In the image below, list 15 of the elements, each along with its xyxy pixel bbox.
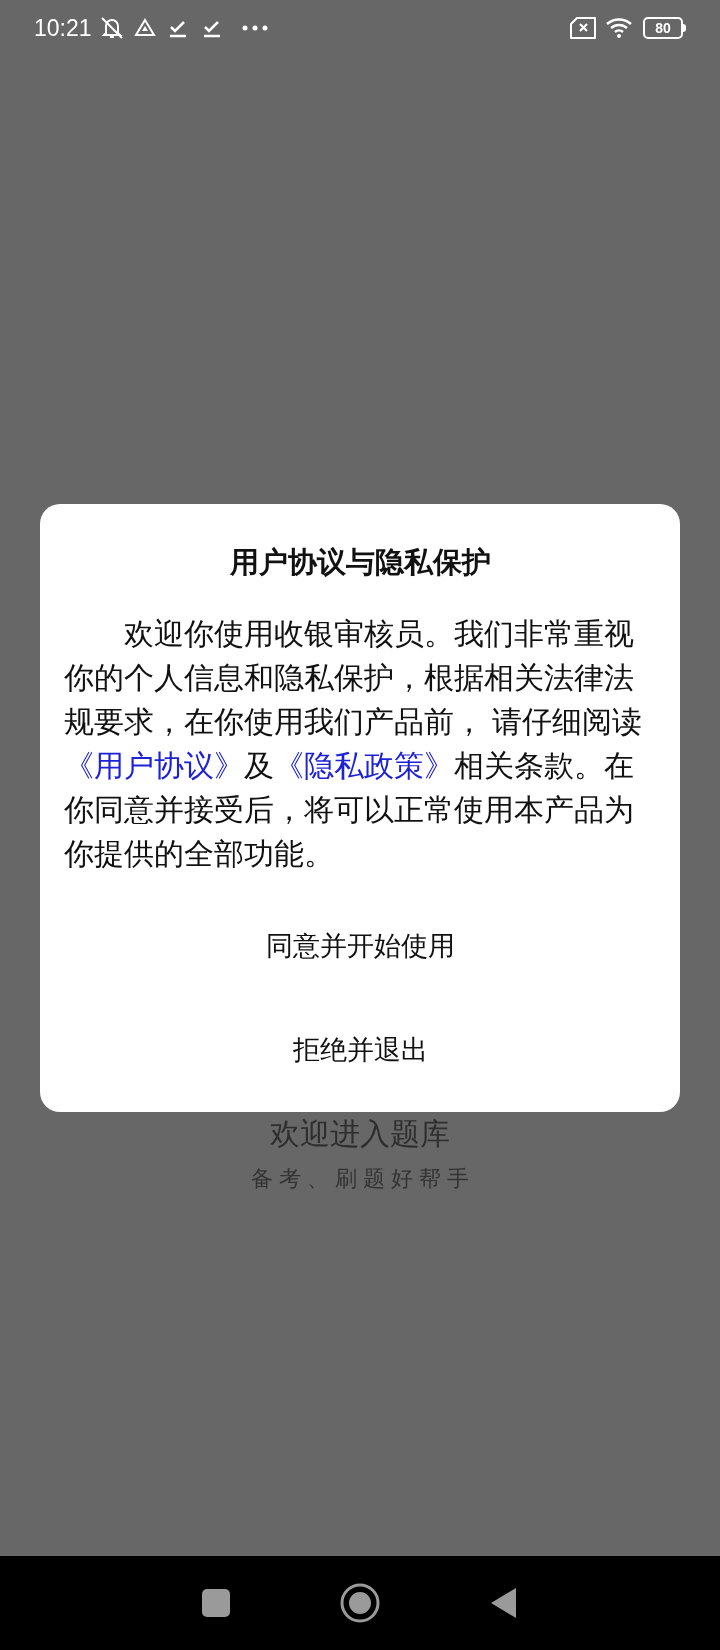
recents-icon[interactable] [202,1589,230,1617]
no-sim-icon [569,17,597,39]
policy-link[interactable]: 《隐私政策》 [274,749,454,782]
agreement-text: 欢迎你使用收银审核员。我们非常重视你的个人信息和隐私保护，根据相关法律法规要求，在你使用我们产品前， 请仔细阅读 《用户协议》及《隐私政策》相关条款。在你同意并接受后，将可以正常使用本产品为你提供的全部功能。 [63,616,644,872]
status-time: 10:21 [34,13,92,43]
back-icon[interactable] [490,1587,518,1619]
download-done-icon [167,18,188,38]
home-icon[interactable] [340,1583,380,1623]
dialog-title: 用户协议与隐私保护 [229,545,491,580]
download-done-icon [201,18,222,38]
triangle-icon [133,18,156,38]
more-icon [241,25,268,31]
battery-icon: 80 [643,17,686,39]
welcome-heading: 欢迎进入题库 [270,1116,450,1152]
policy-link[interactable]: 《用户协议》 [64,749,244,782]
